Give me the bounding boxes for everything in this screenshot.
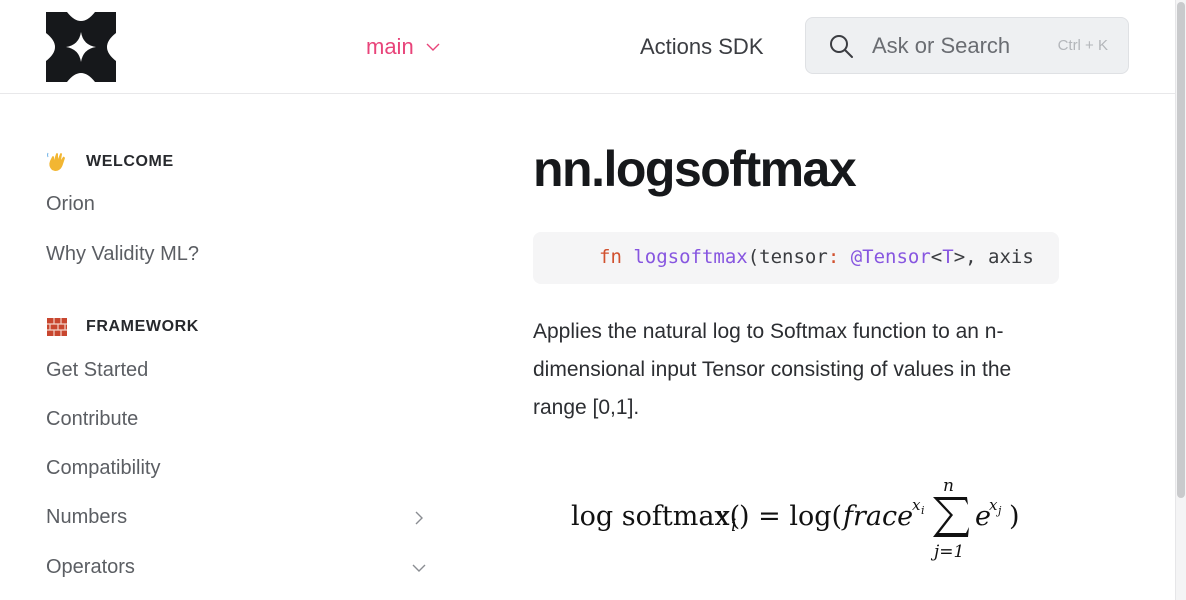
sidebar-item-label: Get Started	[46, 359, 149, 381]
code-signature: fn logsoftmax(tensor: @Tensor<T>, axis	[599, 246, 1034, 268]
section-title-framework: FRAMEWORK	[86, 318, 199, 335]
search-placeholder: Ask or Search	[872, 32, 1011, 58]
code-colon: :	[827, 246, 840, 268]
sidebar-item-get-started[interactable]: Get Started	[46, 359, 436, 382]
summation-icon	[933, 497, 969, 537]
bricks-icon	[47, 318, 67, 336]
code-function-name: logsoftmax	[633, 246, 748, 268]
sidebar-item-label: Compatibility	[46, 457, 161, 479]
formula-x: x	[715, 501, 730, 532]
code-lt: <	[930, 246, 943, 268]
sidebar-item-orion[interactable]: Orion	[46, 193, 436, 216]
section-framework: FRAMEWORK	[46, 316, 199, 338]
top-header: main Actions SDK Ask or Search Ctrl + K	[0, 0, 1175, 94]
code-block[interactable]: fn logsoftmax(tensor: @Tensor<T>, axis	[533, 232, 1059, 284]
formula-sub-i: i	[731, 516, 736, 536]
sidebar-item-label: Operators	[46, 556, 135, 578]
waving-hand-icon	[47, 152, 65, 171]
sidebar-item-label: Numbers	[46, 506, 128, 528]
logo-icon[interactable]	[46, 12, 116, 82]
code-keyword: fn	[599, 246, 622, 268]
formula-sum-bottom: j=1	[930, 542, 964, 562]
formula-sup-i: i	[921, 504, 925, 517]
sidebar-item-compatibility[interactable]: Compatibility	[46, 457, 436, 480]
sidebar-item-numbers[interactable]: Numbers	[46, 506, 436, 529]
sidebar-item-contribute[interactable]: Contribute	[46, 408, 436, 431]
formula-close: )	[1009, 501, 1020, 532]
description: Applies the natural log to Softmax funct…	[533, 320, 1012, 419]
code-open: (tensor	[747, 246, 828, 268]
formula-sum-top: n	[943, 476, 954, 496]
chevron-right-icon[interactable]	[412, 511, 426, 525]
chevron-down-icon[interactable]	[412, 561, 426, 575]
formula-sup-x: x	[912, 496, 921, 514]
sidebar-item-why-validity-ml[interactable]: Why Validity ML?	[46, 243, 436, 266]
sidebar-item-label: Contribute	[46, 408, 139, 430]
section-welcome: WELCOME	[46, 151, 174, 173]
formula-sup-xj: x	[989, 496, 998, 514]
formula-frac: frace	[841, 501, 913, 532]
search-box[interactable]: Ask or Search Ctrl + K	[805, 17, 1129, 74]
section-title-welcome: WELCOME	[86, 153, 174, 170]
page-title: nn.logsoftmax	[533, 141, 857, 197]
chevron-down-icon	[426, 43, 440, 51]
page-scrollbar[interactable]	[1175, 0, 1186, 600]
sidebar-item-label: Orion	[46, 193, 95, 215]
scrollbar-thumb[interactable]	[1177, 2, 1185, 498]
code-generic: T	[942, 246, 954, 268]
search-shortcut: Ctrl + K	[1057, 37, 1108, 54]
sidebar-item-label: Why Validity ML?	[46, 243, 200, 265]
sidebar-item-operators[interactable]: Operators	[46, 556, 436, 579]
formula: log softmax( x i ) = log( frace x i n j=…	[571, 476, 1020, 562]
code-rest: >, axis	[953, 246, 1034, 268]
branch-label: main	[366, 34, 414, 59]
sidebar: WELCOME Orion Why Validity ML? FRAMEWORK…	[0, 95, 460, 600]
code-type: @Tensor	[850, 246, 931, 268]
formula-eq: ) = log(	[739, 501, 842, 532]
branch-selector[interactable]: main	[366, 34, 440, 60]
search-icon	[830, 34, 853, 58]
actions-sdk-link[interactable]: Actions SDK	[640, 34, 764, 60]
